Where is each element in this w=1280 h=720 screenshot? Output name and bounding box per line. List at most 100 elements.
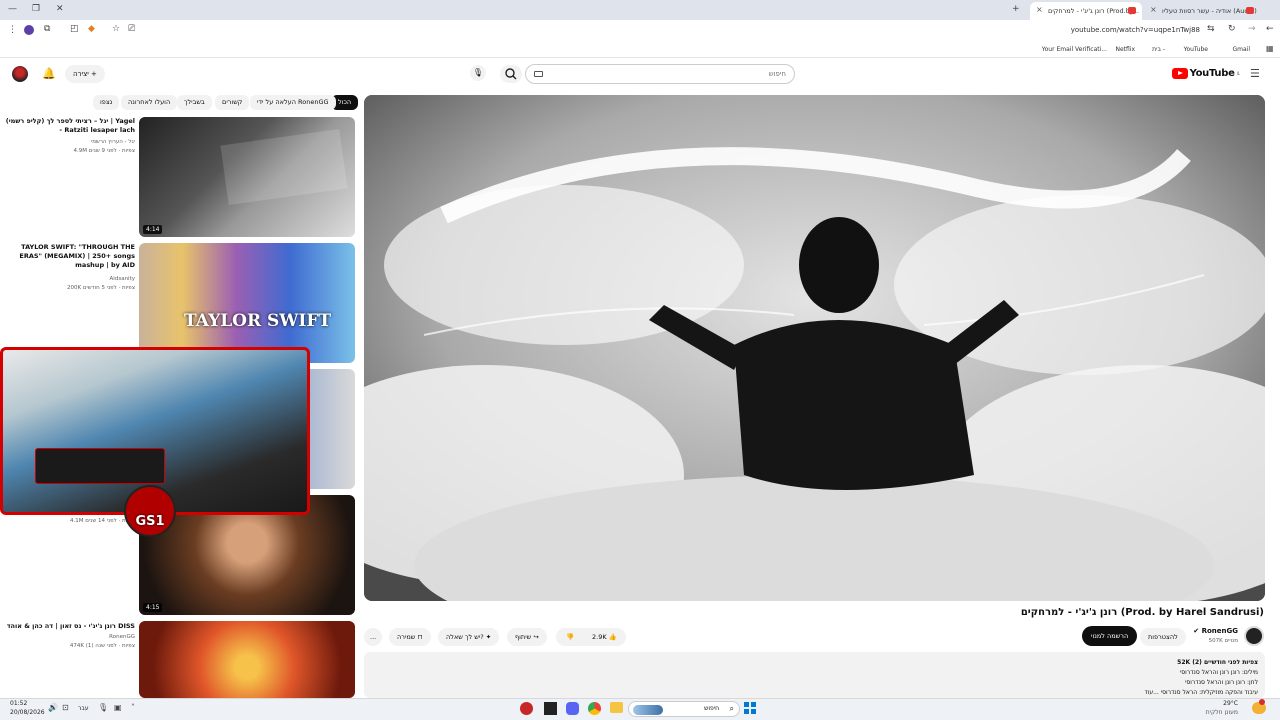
- microphone-icon: 🎙: [472, 68, 484, 77]
- tab-label: רונן ג'יג'י - למרחקים (Prod.by...: [1048, 7, 1139, 15]
- create-label: יצירה: [73, 70, 89, 78]
- youtube-logo[interactable]: YouTube IL: [1171, 68, 1240, 79]
- hamburger-menu-icon[interactable]: ☰: [1250, 68, 1260, 79]
- install-app-icon[interactable]: ⎚: [128, 25, 135, 34]
- back-icon[interactable]: ←: [1266, 25, 1274, 34]
- minimize-icon[interactable]: —: [8, 5, 17, 14]
- bookmark-youtube[interactable]: YouTube: [1184, 46, 1208, 53]
- forward-icon[interactable]: →: [1248, 25, 1256, 34]
- related-thumbnail-2[interactable]: TAYLOR SWIFT: [139, 243, 355, 363]
- app-chrome-icon[interactable]: [588, 702, 601, 715]
- clock-date[interactable]: 20/08/2026: [10, 709, 45, 716]
- notification-badge: [1259, 699, 1265, 705]
- channel-avatar[interactable]: [1244, 626, 1264, 646]
- create-button[interactable]: יצירה +: [65, 65, 105, 83]
- related-channel-1[interactable]: יגל - הערוץ הרשמי: [5, 138, 135, 146]
- subscribe-button[interactable]: הרשמה למנוי: [1082, 626, 1138, 646]
- related-title-1[interactable]: יגל – רציתי לספר לך (קליפ רשמי) | Yagel …: [5, 117, 135, 135]
- related-meta-3: 4.1M צפיות · לפני 14 שנים: [69, 518, 135, 524]
- keyboard-icon[interactable]: [534, 71, 543, 77]
- reload-icon[interactable]: ↻: [1228, 25, 1236, 34]
- maximize-icon[interactable]: ❐: [32, 5, 40, 14]
- related-meta-4: 474K צפיות · לפני שנה (1): [69, 643, 135, 649]
- save-button[interactable]: שמירה ⊓: [389, 628, 431, 646]
- subscriber-count: 507K מנויים: [1208, 638, 1238, 644]
- chip-recently-uploaded[interactable]: הועלו לאחרונה: [121, 95, 178, 110]
- close-window-icon[interactable]: ✕: [56, 5, 64, 14]
- bookmark-gmail[interactable]: Gmail: [1232, 46, 1250, 53]
- tab-active[interactable]: × רונן ג'יג'י - למרחקים (Prod.by...: [1030, 2, 1142, 20]
- duration-badge: 4:15: [143, 603, 163, 612]
- taskbar-search-label: חיפוש: [704, 705, 719, 712]
- app-discord-icon[interactable]: [566, 702, 579, 715]
- tab-label: אודיה - עשר רסוות טעליו (Audio): [1162, 7, 1257, 15]
- close-icon[interactable]: ×: [1150, 5, 1157, 14]
- verified-icon: ✔: [1193, 627, 1202, 635]
- notifications-bell-icon[interactable]: 🔔: [42, 68, 56, 79]
- tab-inactive[interactable]: × אודיה - עשר רסוות טעליו (Audio): [1144, 2, 1260, 20]
- network-icon[interactable]: ⊡: [62, 704, 69, 712]
- weather-desc[interactable]: מעונן חלקית: [1206, 709, 1238, 716]
- extensions-icon[interactable]: ⧉: [44, 25, 50, 34]
- bookmark-email-verification[interactable]: Your Email Verificati...: [1042, 46, 1107, 53]
- url-field[interactable]: youtube.com/watch?v=uqpe1nTwj88: [1071, 26, 1200, 34]
- menu-dots-icon[interactable]: ⋮: [8, 26, 17, 35]
- related-channel-4[interactable]: RonenGG: [5, 633, 135, 641]
- join-button[interactable]: להצטרפות: [1140, 628, 1186, 646]
- bookmark-netflix[interactable]: Netflix: [1115, 46, 1135, 53]
- chip-for-you[interactable]: בשבילך: [177, 95, 212, 110]
- related-channel-2[interactable]: Aidsanity: [5, 275, 135, 283]
- dislike-icon[interactable]: 👎: [566, 628, 574, 646]
- screenshot-icon[interactable]: ◰: [70, 25, 79, 34]
- volume-icon[interactable]: 🔊: [48, 704, 58, 712]
- related-thumbnail-5[interactable]: [139, 621, 355, 698]
- new-tab-icon[interactable]: +: [1012, 5, 1020, 14]
- chip-watched[interactable]: נצפו: [93, 95, 120, 110]
- app-file-explorer-icon[interactable]: [610, 702, 623, 713]
- tune-icon[interactable]: ⇆: [1207, 25, 1215, 34]
- search-input[interactable]: חיפוש: [525, 64, 795, 84]
- related-title-2[interactable]: TAYLOR SWIFT: "THROUGH THE ERAS" (MEGAMI…: [5, 243, 135, 270]
- windows-start-icon[interactable]: [744, 702, 756, 714]
- youtube-favicon-icon: [1246, 7, 1254, 14]
- chip-from-ronengg[interactable]: העלאה על ידי RonenGG: [250, 95, 336, 110]
- related-title-4[interactable]: רונן ג'יג'י - נס זאון | דה כהן & אוהד DI…: [5, 622, 135, 631]
- close-icon[interactable]: ×: [1036, 5, 1043, 14]
- tray-icon[interactable]: ▣: [114, 704, 122, 712]
- profile-icon[interactable]: [24, 25, 34, 35]
- app-gs1-icon[interactable]: [520, 702, 533, 715]
- bookmark-home[interactable]: בית -: [1152, 46, 1165, 53]
- taskbar-search-box[interactable]: חיפוש ⌕: [628, 701, 740, 717]
- description-line: עיבוד והפקה מוזיקלית: הראל סנדרוסי ...עו…: [1144, 689, 1258, 696]
- voice-search-button[interactable]: 🎙: [470, 65, 486, 81]
- youtube-play-icon: [1171, 68, 1188, 79]
- badge-label: GS1: [135, 514, 165, 529]
- account-avatar[interactable]: [12, 66, 28, 82]
- all-bookmarks-icon[interactable]: ▦: [1266, 45, 1274, 53]
- browser-tab-bar: — ❐ ✕ + × רונן ג'יג'י - למרחקים (Prod.by…: [0, 0, 1280, 20]
- share-button[interactable]: שיתוף ↪: [507, 628, 547, 646]
- ask-button[interactable]: יש לך שאלה? ✦: [438, 628, 500, 646]
- video-player[interactable]: [364, 95, 1265, 601]
- more-actions-button[interactable]: ...: [364, 628, 383, 646]
- language-indicator[interactable]: עבר: [78, 705, 89, 712]
- plus-icon: +: [91, 70, 97, 78]
- duration-badge: 4:14: [143, 225, 163, 234]
- weather-temp[interactable]: 29°C: [1223, 700, 1238, 707]
- related-meta-2: 200K צפיות · לפני 5 חודשים: [66, 285, 135, 291]
- video-frame: [364, 95, 1265, 601]
- search-button[interactable]: [500, 65, 522, 83]
- description-box[interactable]: [364, 652, 1265, 698]
- video-title: רונן ג'יג'י - למרחקים (Prod. by Harel Sa…: [1020, 607, 1264, 618]
- chevron-up-icon[interactable]: ˄: [131, 704, 135, 712]
- metamask-icon[interactable]: ◆: [88, 25, 95, 34]
- like-button[interactable]: 2.9K 👍: [592, 628, 617, 646]
- related-thumbnail-1[interactable]: 4:14: [139, 117, 355, 237]
- logo-text: YouTube: [1189, 68, 1235, 79]
- microphone-icon[interactable]: 🎙: [98, 704, 108, 712]
- app-capcut-icon[interactable]: [544, 702, 557, 715]
- star-icon[interactable]: ☆: [112, 25, 120, 34]
- clock-time[interactable]: 01:52: [10, 700, 27, 707]
- chip-related[interactable]: קשורים: [215, 95, 250, 110]
- channel-name[interactable]: ✔ RonenGG: [1193, 627, 1238, 635]
